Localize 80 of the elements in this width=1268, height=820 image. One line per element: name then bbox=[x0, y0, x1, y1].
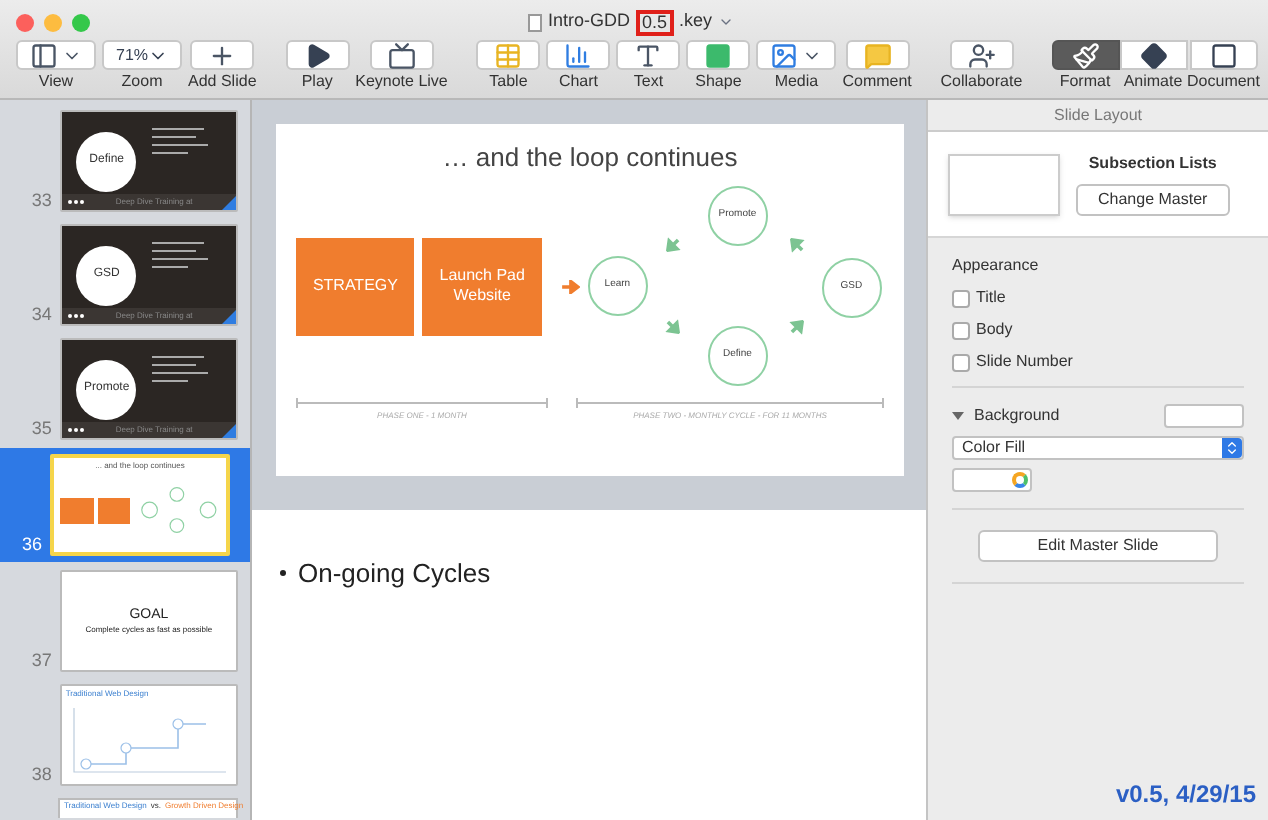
window-title: .key bbox=[679, 8, 713, 35]
phase-block: STRATEGY bbox=[296, 237, 415, 335]
toolbar-label: Comment bbox=[842, 74, 912, 90]
checkbox-label: Body bbox=[976, 318, 1013, 342]
color-well[interactable] bbox=[1164, 404, 1244, 428]
phase-block: Launch Pad Website bbox=[422, 237, 542, 335]
toolbar-label: Add Slide bbox=[188, 74, 257, 90]
version-highlight: 0.5 bbox=[635, 9, 673, 35]
toolbar-label: Text bbox=[633, 74, 664, 90]
toolbar-label: Table bbox=[489, 74, 528, 90]
toolbar-label: Play bbox=[301, 74, 333, 90]
paintbrush-icon bbox=[1071, 41, 1100, 69]
slide-number: 35 bbox=[29, 420, 54, 438]
sidebar-icon bbox=[30, 41, 58, 69]
section-heading: Appearance bbox=[952, 254, 1041, 278]
slide-number: 36 bbox=[19, 536, 44, 554]
slide-number: 34 bbox=[29, 306, 54, 324]
slide-number: 33 bbox=[29, 192, 54, 210]
toolbar-button[interactable] bbox=[369, 40, 434, 70]
checkbox[interactable] bbox=[952, 289, 970, 307]
toolbar-button[interactable] bbox=[190, 40, 255, 70]
inspector-tab[interactable] bbox=[1051, 40, 1120, 70]
toolbar-button[interactable] bbox=[949, 40, 1014, 70]
toolbar-button[interactable] bbox=[616, 40, 681, 70]
slide-title: … and the loop continues bbox=[442, 144, 738, 170]
disclosure-triangle[interactable] bbox=[952, 412, 964, 420]
inspector-title: Slide Layout bbox=[1053, 103, 1143, 127]
text-icon bbox=[634, 41, 663, 69]
checkbox[interactable] bbox=[952, 353, 970, 371]
stepper-icon bbox=[1224, 440, 1240, 456]
checkbox[interactable] bbox=[952, 321, 970, 339]
change-master-button[interactable]: Change Master bbox=[1076, 184, 1230, 216]
master-thumbnail bbox=[948, 153, 1060, 215]
toolbar-label: Animate bbox=[1123, 74, 1183, 90]
document-icon bbox=[527, 13, 542, 31]
edit-master-button[interactable]: Edit Master Slide bbox=[978, 530, 1218, 562]
image-icon bbox=[770, 41, 799, 69]
toolbar-label: Collaborate bbox=[940, 74, 1023, 90]
caret-icon bbox=[718, 14, 735, 30]
plus-icon bbox=[208, 41, 237, 69]
close-button[interactable] bbox=[16, 13, 34, 31]
document-icon bbox=[1209, 41, 1238, 69]
version-annotation: v0.5, 4/29/15 bbox=[1115, 778, 1256, 812]
comment-icon bbox=[863, 41, 892, 69]
slide-number: 38 bbox=[29, 766, 54, 784]
checkbox-label: Slide Number bbox=[976, 350, 1073, 374]
section-heading: Background bbox=[974, 404, 1060, 428]
diamond-icon bbox=[1139, 41, 1168, 69]
color-picker[interactable] bbox=[952, 468, 1032, 492]
bullet-icon bbox=[280, 570, 286, 577]
toolbar-label: Chart bbox=[558, 74, 598, 90]
toolbar-label: Document bbox=[1187, 74, 1260, 90]
table-icon bbox=[494, 41, 523, 69]
toolbar-label: Keynote Live bbox=[355, 74, 448, 90]
corner-mark-icon bbox=[222, 196, 236, 210]
toolbar-button[interactable] bbox=[16, 40, 96, 70]
fill-dropdown[interactable]: Color Fill bbox=[952, 436, 1244, 460]
slide-number: 37 bbox=[29, 652, 54, 670]
add-person-icon bbox=[967, 41, 996, 69]
toolbar-button[interactable]: 71% bbox=[102, 40, 183, 70]
mini-block bbox=[97, 497, 131, 523]
master-name: Subsection Lists bbox=[1088, 152, 1217, 176]
toolbar-button[interactable] bbox=[285, 40, 350, 70]
screen-icon bbox=[387, 41, 416, 69]
window-title: Intro-GDD bbox=[547, 8, 630, 35]
square-icon bbox=[704, 41, 733, 69]
toolbar-label: Media bbox=[774, 74, 819, 90]
toolbar-label: Shape bbox=[695, 74, 742, 90]
toolbar-label: Format bbox=[1059, 74, 1111, 90]
zoom-value: 71% bbox=[116, 43, 149, 67]
toolbar-label: Zoom bbox=[121, 74, 163, 90]
chart-icon bbox=[564, 41, 593, 69]
checkbox-label: Title bbox=[976, 286, 1006, 310]
color-wheel-icon bbox=[1012, 472, 1028, 488]
mini-block bbox=[60, 497, 94, 523]
corner-mark-icon bbox=[222, 310, 236, 324]
toolbar-label: View bbox=[38, 74, 74, 90]
arrow-icon bbox=[561, 279, 580, 293]
bullet-text: On-going Cycles bbox=[298, 556, 491, 592]
play-icon bbox=[303, 41, 332, 69]
